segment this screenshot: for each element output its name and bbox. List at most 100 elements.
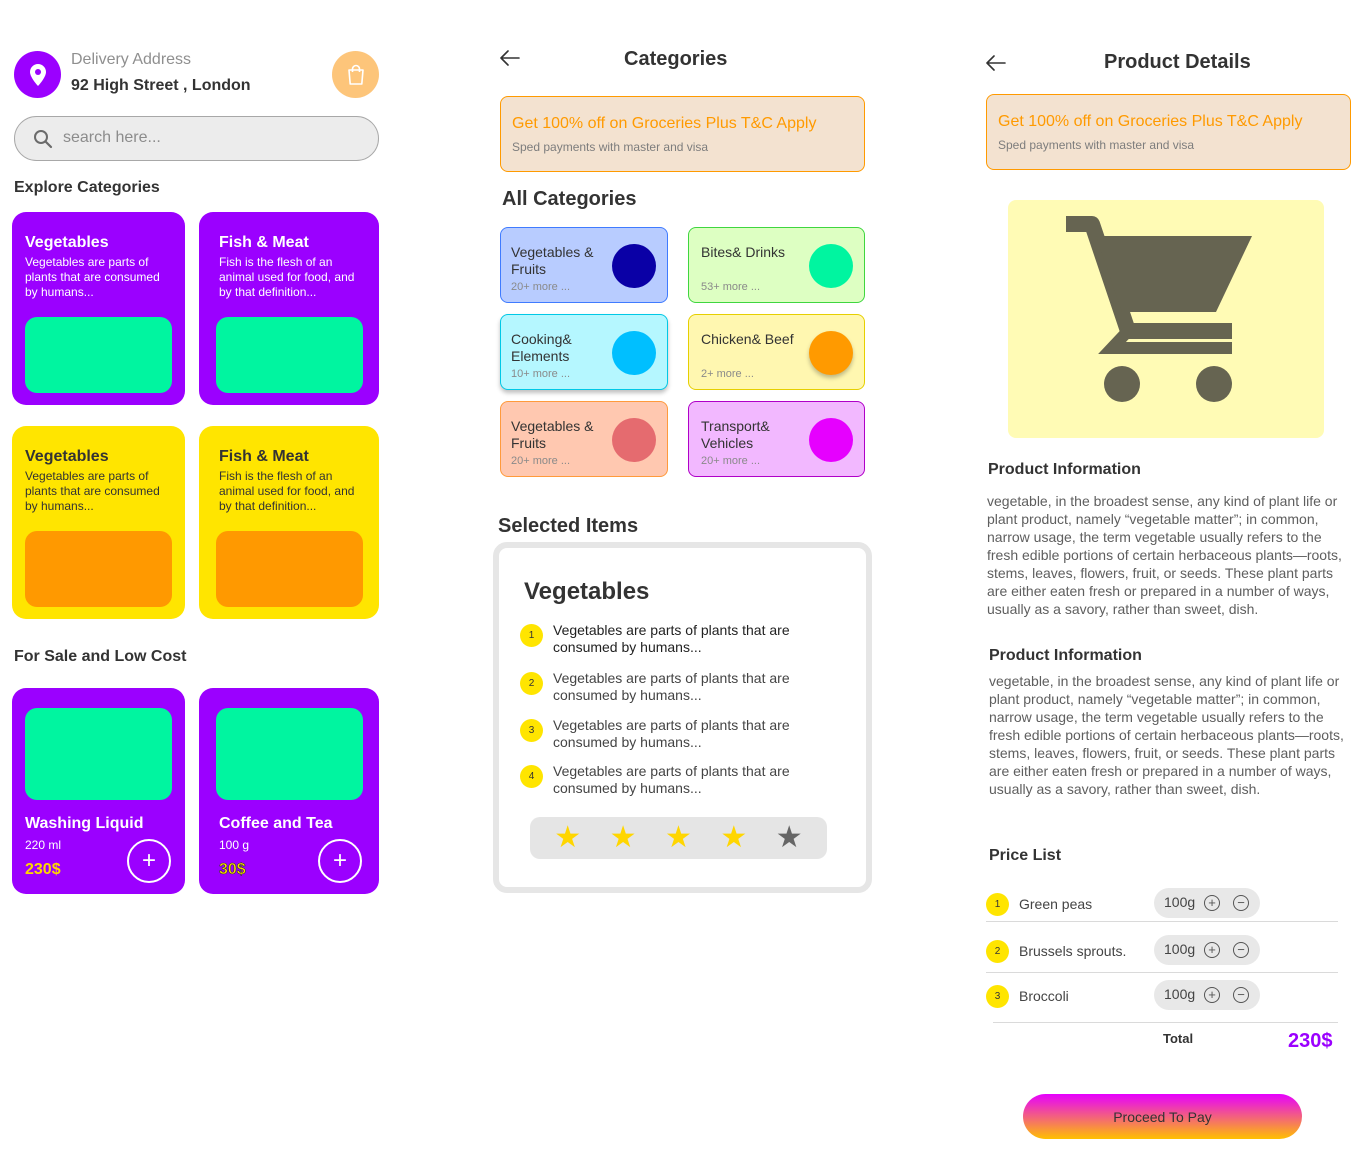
quantity-value: 100g <box>1164 986 1196 1002</box>
plus-icon[interactable]: + <box>1204 942 1220 958</box>
selected-items-title: Selected Items <box>498 515 639 537</box>
item-text: Vegetables are parts of plants that are … <box>553 670 790 703</box>
product-information-title: Product Information <box>988 461 1141 478</box>
card-image <box>216 531 363 607</box>
category-tile[interactable]: Chicken& Beef 2+ more ... <box>688 314 865 390</box>
table-row: 3 Broccoli 100g + − <box>986 980 1338 1014</box>
card-quantity: 220 ml <box>25 838 62 852</box>
quantity-value: 100g <box>1164 894 1196 910</box>
for-sale-title: For Sale and Low Cost <box>14 648 187 665</box>
plus-icon[interactable]: + <box>1204 987 1220 1003</box>
item-number-badge: 4 <box>520 765 543 788</box>
location-pin-icon[interactable] <box>14 51 61 98</box>
item-text: Vegetables are parts of plants that are … <box>553 622 790 655</box>
category-more-count: 2+ more ... <box>701 368 754 380</box>
list-item: 4 Vegetables are parts of plants that ar… <box>520 763 820 803</box>
category-image-circle <box>809 244 853 288</box>
quantity-stepper: 100g + − <box>1154 888 1260 918</box>
card-description: Fish is the flesh of an animal used for … <box>219 469 355 513</box>
sale-card-washing-liquid[interactable]: Washing Liquid 220 ml 230$ + <box>12 688 185 894</box>
add-to-cart-plus-icon[interactable]: + <box>318 839 362 883</box>
row-divider <box>986 921 1338 922</box>
row-number-badge: 3 <box>986 985 1009 1008</box>
card-quantity: 100 g <box>219 838 250 852</box>
row-number-badge: 2 <box>986 940 1009 963</box>
item-number-badge: 1 <box>520 624 543 647</box>
category-card-vegetables-2[interactable]: Vegetables Vegetables are parts of plant… <box>12 426 185 619</box>
shopping-bag-icon[interactable] <box>332 51 379 98</box>
promo-heading: Get 100% off on Groceries Plus T&C Apply <box>512 115 817 132</box>
category-image-circle <box>612 244 656 288</box>
rating-stars[interactable]: ★ ★ ★ ★ ★ <box>530 817 827 859</box>
product-information-text-2: vegetable, in the broadest sense, any ki… <box>989 673 1344 797</box>
row-item-name: Green peas <box>1019 896 1093 912</box>
star-icon[interactable]: ★ <box>554 823 581 853</box>
price-list-title: Price List <box>989 847 1062 864</box>
row-divider <box>986 972 1338 973</box>
category-more-count: 10+ more ... <box>511 368 571 380</box>
minus-icon[interactable]: − <box>1233 895 1249 911</box>
table-row: 2 Brussels sprouts. 100g + − <box>986 935 1338 969</box>
card-title: Coffee and Tea <box>219 815 333 832</box>
category-tile[interactable]: Transport& Vehicles 20+ more ... <box>688 401 865 477</box>
category-tile[interactable]: Bites& Drinks 53+ more ... <box>688 227 865 303</box>
card-title: Fish & Meat <box>219 448 309 465</box>
category-more-count: 20+ more ... <box>511 455 571 467</box>
add-to-cart-plus-icon[interactable]: + <box>127 839 171 883</box>
category-more-count: 53+ more ... <box>701 281 761 293</box>
minus-icon[interactable]: − <box>1233 987 1249 1003</box>
sale-card-coffee-tea[interactable]: Coffee and Tea 100 g 30$ + <box>199 688 379 894</box>
quantity-stepper: 100g + − <box>1154 980 1260 1010</box>
total-label: Total <box>1163 1031 1194 1046</box>
card-image <box>216 317 363 393</box>
total-divider <box>993 1022 1338 1023</box>
categories-title: Categories <box>624 48 728 70</box>
quantity-stepper: 100g + − <box>1154 935 1260 965</box>
card-description: Fish is the flesh of an animal used for … <box>219 255 355 299</box>
row-item-name: Brussels sprouts. <box>1019 943 1127 959</box>
category-name: Vegetables & Fruits <box>511 418 594 451</box>
star-icon[interactable]: ★ <box>665 823 692 853</box>
list-item: 2 Vegetables are parts of plants that ar… <box>520 670 820 710</box>
item-text: Vegetables are parts of plants that are … <box>553 763 790 796</box>
category-name: Bites& Drinks <box>701 244 786 260</box>
category-image-circle <box>612 331 656 375</box>
category-name: Vegetables & Fruits <box>511 244 594 277</box>
explore-categories-title: Explore Categories <box>14 179 160 196</box>
card-title: Vegetables <box>25 448 109 465</box>
delivery-address-label: Delivery Address <box>71 51 192 68</box>
plus-icon[interactable]: + <box>1204 895 1220 911</box>
category-more-count: 20+ more ... <box>511 281 571 293</box>
list-item: 1 Vegetables are parts of plants that ar… <box>520 622 820 662</box>
product-information-text: vegetable, in the broadest sense, any ki… <box>987 493 1342 617</box>
card-image <box>25 708 172 800</box>
star-icon[interactable]: ★ <box>720 823 747 853</box>
promo-banner[interactable]: Get 100% off on Groceries Plus T&C Apply… <box>986 94 1351 170</box>
promo-heading: Get 100% off on Groceries Plus T&C Apply <box>998 113 1303 130</box>
category-card-fish-meat[interactable]: Fish & Meat Fish is the flesh of an anim… <box>199 212 379 405</box>
back-arrow-icon[interactable] <box>986 55 1008 71</box>
search-input[interactable]: search here... <box>14 116 379 161</box>
list-item: 3 Vegetables are parts of plants that ar… <box>520 717 820 757</box>
category-tile[interactable]: Cooking& Elements 10+ more ... <box>500 314 668 390</box>
minus-icon[interactable]: − <box>1233 942 1249 958</box>
shopping-cart-icon <box>1066 216 1252 402</box>
promo-subtext: Sped payments with master and visa <box>512 140 709 154</box>
star-icon[interactable]: ★ <box>610 823 637 853</box>
proceed-to-pay-button[interactable]: Proceed To Pay <box>1023 1094 1302 1139</box>
search-placeholder: search here... <box>63 129 161 146</box>
delivery-address-value[interactable]: 92 High Street , London <box>71 77 251 95</box>
card-price: 230$ <box>25 861 61 878</box>
category-card-fish-meat-2[interactable]: Fish & Meat Fish is the flesh of an anim… <box>199 426 379 619</box>
category-tile[interactable]: Vegetables & Fruits 20+ more ... <box>500 401 668 477</box>
product-details-title: Product Details <box>1104 51 1251 73</box>
star-icon[interactable]: ★ <box>776 823 803 853</box>
category-card-vegetables[interactable]: Vegetables Vegetables are parts of plant… <box>12 212 185 405</box>
selected-heading: Vegetables <box>524 578 650 605</box>
category-name: Chicken& Beef <box>701 331 794 347</box>
card-image <box>216 708 363 800</box>
category-tile[interactable]: Vegetables & Fruits 20+ more ... <box>500 227 668 303</box>
promo-banner[interactable]: Get 100% off on Groceries Plus T&C Apply… <box>500 96 865 172</box>
back-arrow-icon[interactable] <box>500 50 522 66</box>
card-description: Vegetables are parts of plants that are … <box>25 469 160 513</box>
